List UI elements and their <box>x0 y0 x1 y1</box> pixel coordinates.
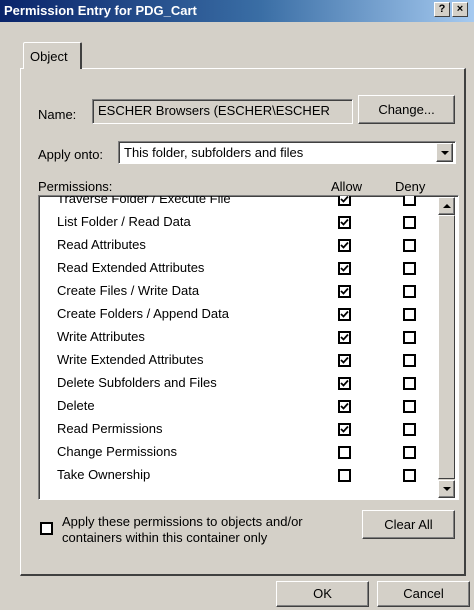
deny-checkbox[interactable] <box>403 423 416 436</box>
apply-onto-label: Apply onto: <box>38 147 104 162</box>
cancel-button[interactable]: Cancel <box>377 581 470 607</box>
permission-row: Create Folders / Append Data <box>39 305 439 328</box>
allow-checkbox[interactable] <box>338 423 351 436</box>
deny-checkbox[interactable] <box>403 446 416 459</box>
chevron-down-icon <box>442 487 451 491</box>
name-field: ESCHER Browsers (ESCHER\ESCHER <box>92 99 353 124</box>
change-button[interactable]: Change... <box>358 95 455 124</box>
title-bar: Permission Entry for PDG_Cart ? × <box>0 0 474 22</box>
permission-row: Write Extended Attributes <box>39 351 439 374</box>
allow-checkbox[interactable] <box>338 469 351 482</box>
apply-containers-checkbox[interactable] <box>40 522 53 535</box>
permission-row: Read Permissions <box>39 420 439 443</box>
apply-onto-value: This folder, subfolders and files <box>124 145 304 160</box>
permissions-header: Permissions: <box>38 179 113 194</box>
permission-row: Read Attributes <box>39 236 439 259</box>
ok-button-label: OK <box>313 586 332 601</box>
permission-label: Create Folders / Append Data <box>57 306 229 321</box>
close-icon: × <box>456 3 464 15</box>
help-icon: ? <box>438 3 446 15</box>
permission-row: List Folder / Read Data <box>39 213 439 236</box>
apply-onto-dropdown-button[interactable] <box>436 143 453 162</box>
deny-checkbox[interactable] <box>403 377 416 390</box>
allow-checkbox[interactable] <box>338 262 351 275</box>
deny-checkbox[interactable] <box>403 262 416 275</box>
deny-checkbox[interactable] <box>403 308 416 321</box>
chevron-down-icon <box>440 150 449 155</box>
clear-all-label: Clear All <box>384 517 433 532</box>
clear-all-button[interactable]: Clear All <box>362 510 455 539</box>
allow-checkbox[interactable] <box>338 308 351 321</box>
permission-label: Read Extended Attributes <box>57 260 205 275</box>
cancel-button-label: Cancel <box>403 586 444 601</box>
allow-checkbox[interactable] <box>338 196 351 206</box>
allow-checkbox[interactable] <box>338 377 351 390</box>
allow-checkbox[interactable] <box>338 239 351 252</box>
permission-label: Delete Subfolders and Files <box>57 375 217 390</box>
allow-checkbox[interactable] <box>338 354 351 367</box>
deny-checkbox[interactable] <box>403 285 416 298</box>
window-title: Permission Entry for PDG_Cart <box>4 3 197 18</box>
permission-label: Create Files / Write Data <box>57 283 200 298</box>
permission-label: Change Permissions <box>57 444 177 459</box>
allow-checkbox[interactable] <box>338 446 351 459</box>
deny-checkbox[interactable] <box>403 239 416 252</box>
permission-row: Write Attributes <box>39 328 439 351</box>
name-value: ESCHER Browsers (ESCHER\ESCHER <box>98 103 330 118</box>
deny-checkbox[interactable] <box>403 469 416 482</box>
permissions-list[interactable]: Traverse Folder / Execute File List Folde… <box>38 195 459 500</box>
permission-row: Create Files / Write Data <box>39 282 439 305</box>
allow-checkbox[interactable] <box>338 285 351 298</box>
permission-label: Read Permissions <box>57 421 163 436</box>
deny-checkbox[interactable] <box>403 196 416 206</box>
permission-row: Delete <box>39 397 439 420</box>
deny-checkbox[interactable] <box>403 331 416 344</box>
tab-object[interactable]: Object <box>23 42 82 69</box>
scroll-down-button[interactable] <box>438 480 455 498</box>
permission-row: Traverse Folder / Execute File <box>39 195 439 213</box>
permission-label: Read Attributes <box>57 237 146 252</box>
scrollbar[interactable] <box>438 197 455 498</box>
scroll-up-button[interactable] <box>438 197 455 215</box>
apply-containers-label-line2: containers within this container only <box>62 530 268 545</box>
permission-label: Write Extended Attributes <box>57 352 204 367</box>
allow-header: Allow <box>331 179 363 194</box>
help-button[interactable]: ? <box>434 2 450 17</box>
permission-row: Take Ownership <box>39 466 439 489</box>
apply-containers-label-line1: Apply these permissions to objects and/o… <box>62 514 303 529</box>
tab-object-label: Object <box>30 49 68 64</box>
permission-label: List Folder / Read Data <box>57 214 191 229</box>
chevron-up-icon <box>442 204 451 208</box>
allow-checkbox[interactable] <box>338 216 351 229</box>
deny-checkbox[interactable] <box>403 216 416 229</box>
permission-row: Change Permissions <box>39 443 439 466</box>
allow-checkbox[interactable] <box>338 400 351 413</box>
allow-checkbox[interactable] <box>338 331 351 344</box>
deny-header: Deny <box>395 179 426 194</box>
ok-button[interactable]: OK <box>276 581 369 607</box>
deny-checkbox[interactable] <box>403 354 416 367</box>
change-button-label: Change... <box>378 102 435 117</box>
permission-row: Delete Subfolders and Files <box>39 374 439 397</box>
permission-label: Delete <box>57 398 95 413</box>
permission-label: Write Attributes <box>57 329 145 344</box>
scrollbar-thumb[interactable] <box>438 215 455 479</box>
apply-onto-select[interactable]: This folder, subfolders and files <box>118 141 456 164</box>
permission-label: Take Ownership <box>57 467 151 482</box>
deny-checkbox[interactable] <box>403 400 416 413</box>
permission-label: Traverse Folder / Execute File <box>57 195 231 206</box>
name-label: Name: <box>38 107 77 122</box>
permission-row: Read Extended Attributes <box>39 259 439 282</box>
close-button[interactable]: × <box>452 2 468 17</box>
